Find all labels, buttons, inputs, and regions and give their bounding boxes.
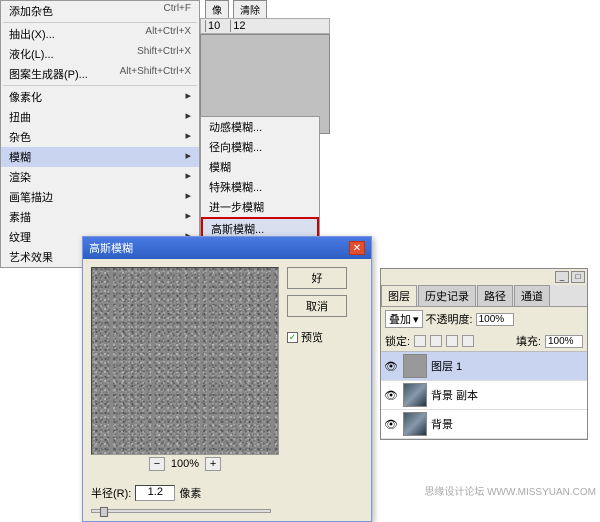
tab[interactable]: 路径 xyxy=(477,285,513,306)
tab[interactable]: 通道 xyxy=(514,285,550,306)
ruler: 10 12 xyxy=(200,18,330,34)
layer-row[interactable]: 👁 背景 副本 xyxy=(381,381,587,410)
top-btn-2[interactable]: 清除 xyxy=(233,0,267,19)
submenu-item[interactable]: 特殊模糊... xyxy=(201,177,319,197)
chevron-right-icon: ▸ xyxy=(185,89,191,105)
preview-checkbox[interactable]: ✓ xyxy=(287,332,298,343)
radius-label: 半径(R): xyxy=(91,485,131,501)
visibility-eye-icon[interactable]: 👁 xyxy=(383,416,399,432)
submenu-item[interactable]: 模糊 xyxy=(201,157,319,177)
menu-item[interactable]: 杂色▸ xyxy=(1,127,199,147)
gaussian-blur-dialog: 高斯模糊 ✕ − 100% + 好 取消 ✓ 预览 半径(R): 1.2 像素 xyxy=(82,236,372,522)
layer-name[interactable]: 图层 1 xyxy=(431,358,462,374)
preview-box xyxy=(91,267,279,455)
chevron-right-icon: ▸ xyxy=(185,129,191,145)
layer-thumbnail[interactable] xyxy=(403,412,427,436)
radius-slider[interactable] xyxy=(91,509,271,513)
slider-thumb[interactable] xyxy=(100,507,108,517)
lock-label: 锁定: xyxy=(385,333,410,349)
menu-item[interactable]: 渲染▸ xyxy=(1,167,199,187)
menu-item[interactable]: 模糊▸ xyxy=(1,147,199,167)
filter-menu: 添加杂色Ctrl+F 抽出(X)...Alt+Ctrl+X液化(L)...Shif… xyxy=(0,0,200,268)
menu-item[interactable]: 素描▸ xyxy=(1,207,199,227)
zoom-level: 100% xyxy=(171,458,199,470)
layer-list: 👁 图层 1 👁 背景 副本 👁 背景 xyxy=(381,352,587,439)
fill-label: 填充: xyxy=(516,333,541,349)
menu-item[interactable]: 扭曲▸ xyxy=(1,107,199,127)
blend-mode-dropdown[interactable]: 叠加▾ xyxy=(385,310,423,328)
zoom-in-button[interactable]: + xyxy=(205,457,221,471)
menu-item[interactable]: 液化(L)...Shift+Ctrl+X xyxy=(1,44,199,64)
lock-all-icon[interactable] xyxy=(462,335,474,347)
tab[interactable]: 历史记录 xyxy=(418,285,476,306)
menu-item[interactable]: 添加杂色Ctrl+F xyxy=(1,1,199,21)
submenu-item[interactable]: 径向模糊... xyxy=(201,137,319,157)
minimize-icon[interactable]: _ xyxy=(555,271,569,283)
lock-pixels-icon[interactable] xyxy=(430,335,442,347)
layers-panel: _ □ 图层历史记录路径通道 叠加▾ 不透明度: 100% 锁定: 填充: 10… xyxy=(380,268,588,440)
menu-item[interactable]: 画笔描边▸ xyxy=(1,187,199,207)
lock-transparent-icon[interactable] xyxy=(414,335,426,347)
opacity-label: 不透明度: xyxy=(426,311,473,327)
zoom-out-button[interactable]: − xyxy=(149,457,165,471)
radius-input[interactable]: 1.2 xyxy=(135,485,175,501)
layer-row[interactable]: 👁 背景 xyxy=(381,410,587,439)
layer-row[interactable]: 👁 图层 1 xyxy=(381,352,587,381)
layer-thumbnail[interactable] xyxy=(403,354,427,378)
menu-item[interactable]: 图案生成器(P)...Alt+Shift+Ctrl+X xyxy=(1,64,199,84)
fill-field[interactable]: 100% xyxy=(545,335,583,348)
dialog-titlebar[interactable]: 高斯模糊 ✕ xyxy=(83,237,371,259)
chevron-right-icon: ▸ xyxy=(185,169,191,185)
menu-item[interactable]: 像素化▸ xyxy=(1,87,199,107)
layer-name[interactable]: 背景 副本 xyxy=(431,387,478,403)
layer-name[interactable]: 背景 xyxy=(431,416,453,432)
ok-button[interactable]: 好 xyxy=(287,267,347,289)
chevron-right-icon: ▸ xyxy=(185,109,191,125)
dialog-title-text: 高斯模糊 xyxy=(89,240,133,256)
lock-position-icon[interactable] xyxy=(446,335,458,347)
visibility-eye-icon[interactable]: 👁 xyxy=(383,358,399,374)
panel-close-icon[interactable]: □ xyxy=(571,271,585,283)
panel-tabs: 图层历史记录路径通道 xyxy=(381,285,587,307)
radius-unit: 像素 xyxy=(179,485,201,501)
opacity-field[interactable]: 100% xyxy=(476,313,514,326)
blur-submenu: 动感模糊...径向模糊...模糊特殊模糊...进一步模糊高斯模糊... xyxy=(200,116,320,242)
chevron-right-icon: ▸ xyxy=(185,149,191,165)
tab[interactable]: 图层 xyxy=(381,285,417,306)
chevron-right-icon: ▸ xyxy=(185,189,191,205)
cancel-button[interactable]: 取消 xyxy=(287,295,347,317)
close-icon[interactable]: ✕ xyxy=(349,241,365,255)
visibility-eye-icon[interactable]: 👁 xyxy=(383,387,399,403)
submenu-item[interactable]: 动感模糊... xyxy=(201,117,319,137)
layer-thumbnail[interactable] xyxy=(403,383,427,407)
watermark: 思缘设计论坛 WWW.MISSYUAN.COM xyxy=(424,483,596,498)
top-btn-1[interactable]: 像 xyxy=(205,0,229,19)
preview-label: 预览 xyxy=(301,329,323,345)
chevron-right-icon: ▸ xyxy=(185,209,191,225)
menu-item[interactable]: 抽出(X)...Alt+Ctrl+X xyxy=(1,24,199,44)
submenu-item[interactable]: 进一步模糊 xyxy=(201,197,319,217)
chevron-down-icon: ▾ xyxy=(413,313,419,326)
